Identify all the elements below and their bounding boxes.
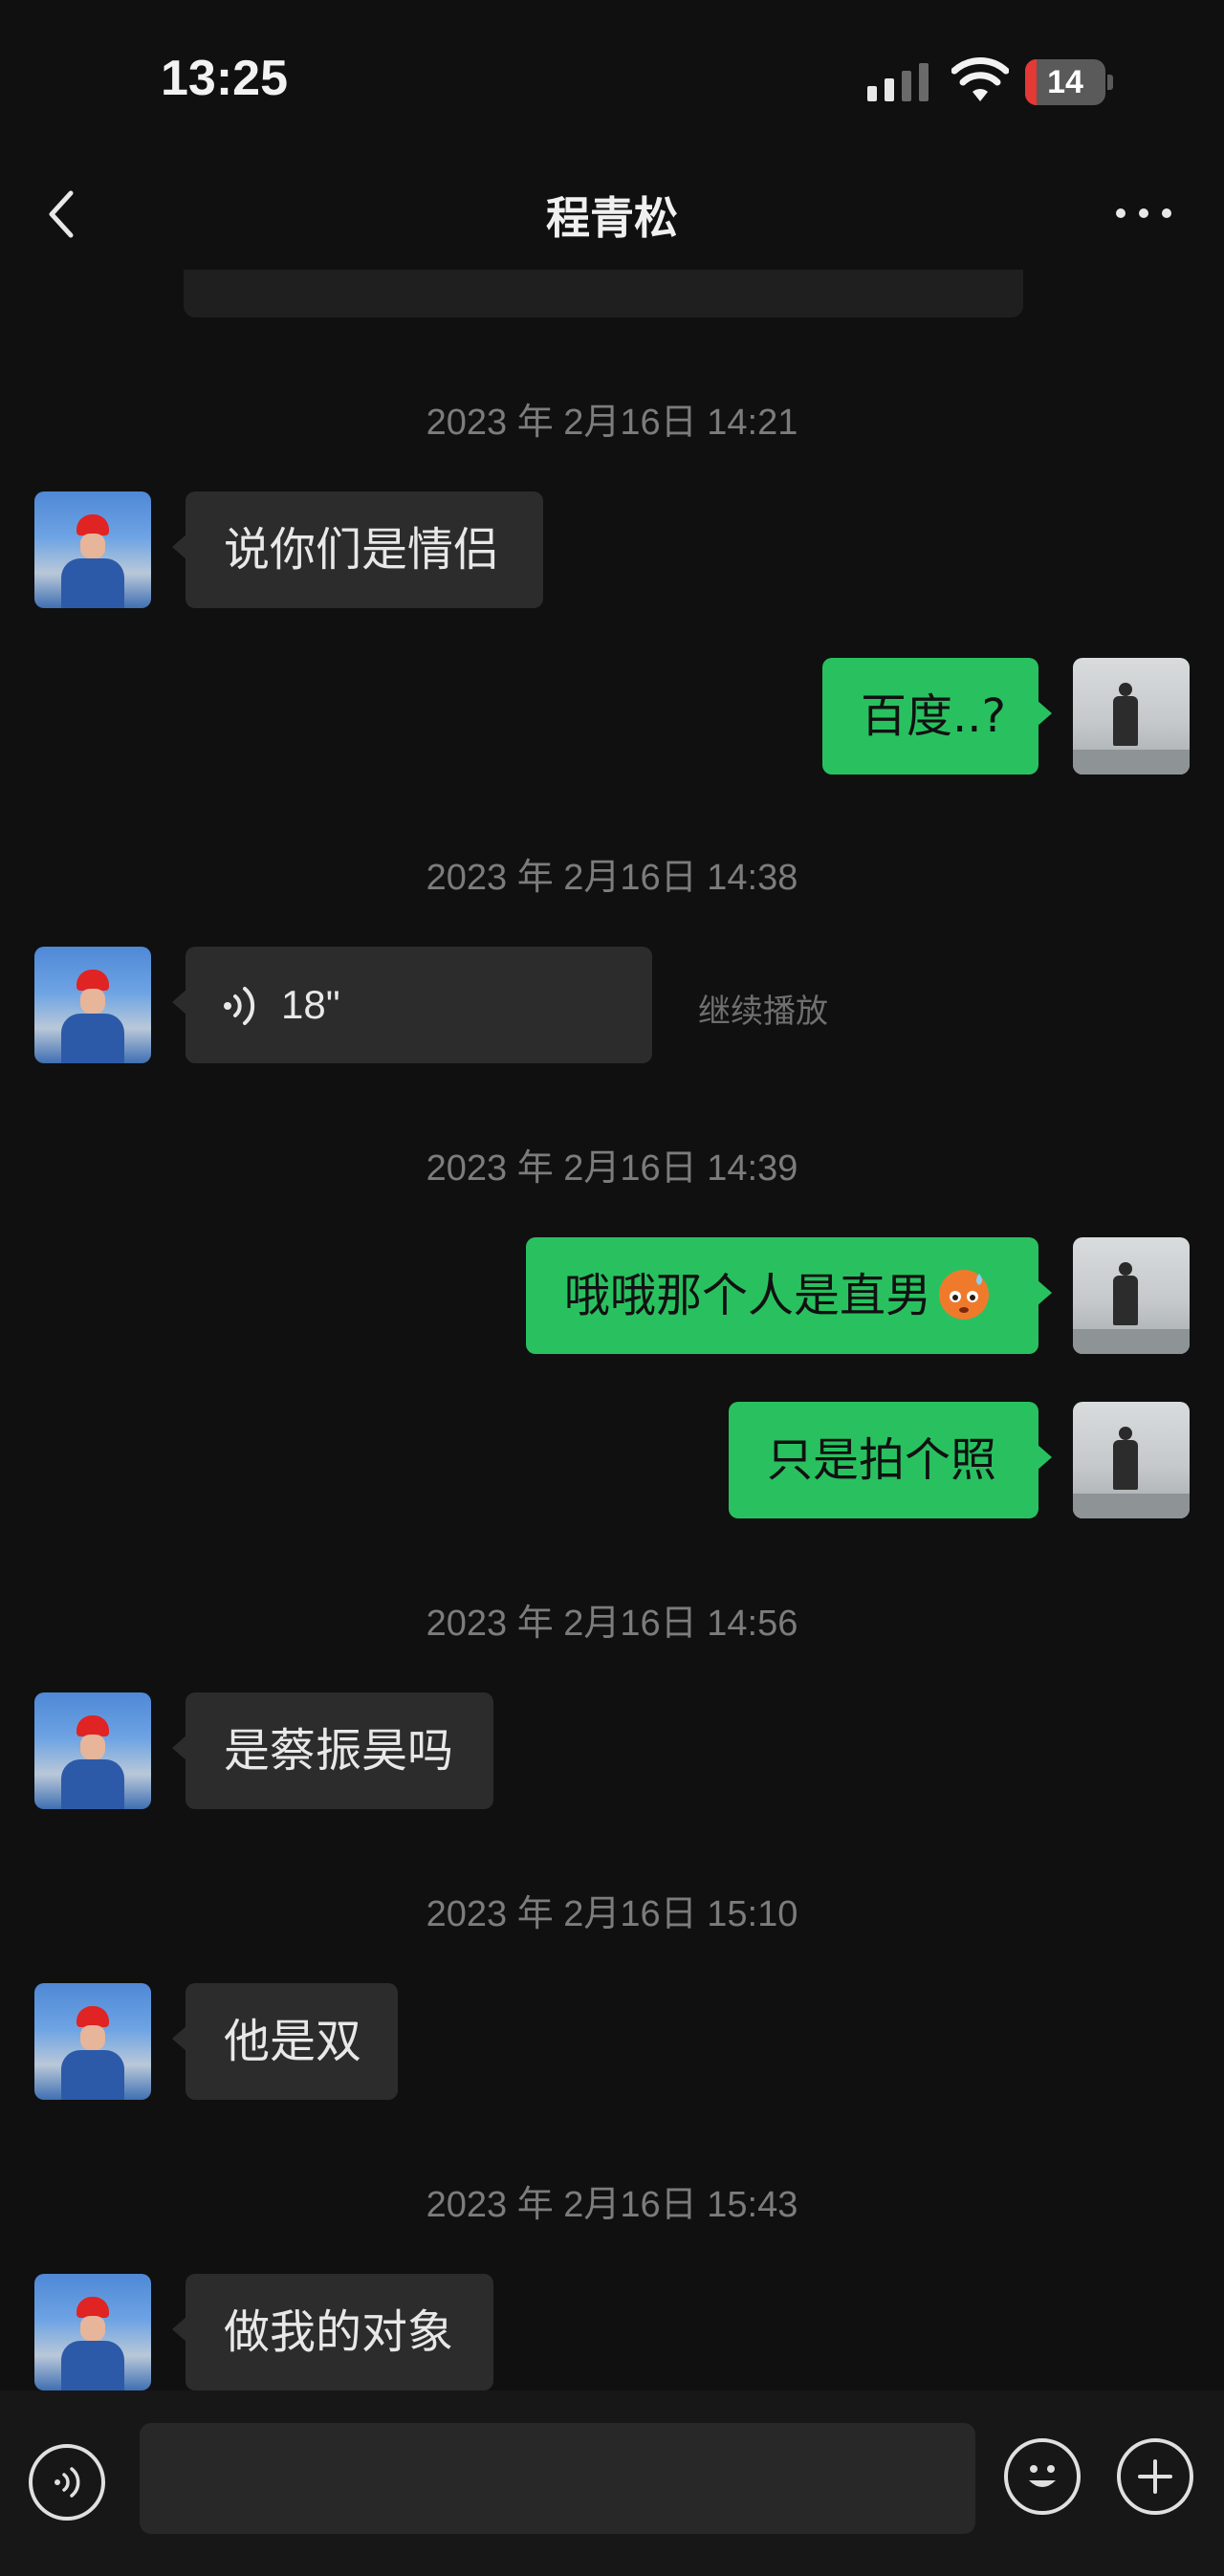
voice-message[interactable]: 18" <box>172 947 652 1063</box>
incoming-message[interactable]: 是蔡振昊吗 <box>172 1692 493 1809</box>
chat-title: 程青松 <box>546 192 678 244</box>
self-avatar[interactable] <box>1073 658 1190 775</box>
friend-avatar[interactable] <box>34 1692 151 1809</box>
emoji-button[interactable] <box>1004 2438 1081 2515</box>
message-text: 百度..? <box>861 689 1006 743</box>
message-text: 是蔡振昊吗 <box>224 1724 454 1778</box>
outgoing-message[interactable]: 只是拍个照 <box>729 1402 1052 1518</box>
incoming-message[interactable]: 做我的对象 <box>172 2274 493 2390</box>
self-avatar[interactable] <box>1073 1237 1190 1354</box>
timestamp: 2023 年 2月16日 14:21 <box>426 403 798 443</box>
message-text: 只是拍个照 <box>767 1433 997 1487</box>
outgoing-message[interactable]: 百度..? <box>822 658 1052 775</box>
outgoing-message[interactable]: 哦哦那个人是直男 <box>526 1237 1052 1354</box>
emoji-icon <box>1029 2465 1056 2487</box>
battery-body: 14 <box>1025 59 1105 105</box>
timestamp: 2023 年 2月16日 14:56 <box>426 1604 798 1644</box>
chat-header: 程青松 <box>0 163 1224 268</box>
incoming-message[interactable]: 他是双 <box>172 1983 398 2100</box>
wifi-icon <box>951 57 1009 101</box>
timestamp: 2023 年 2月16日 15:10 <box>426 1894 798 1934</box>
self-avatar[interactable] <box>1073 1402 1190 1518</box>
friend-avatar[interactable] <box>34 2274 151 2390</box>
voice-wave-icon <box>224 987 255 1025</box>
message-input[interactable] <box>140 2423 975 2534</box>
more-horizontal-icon[interactable] <box>1109 191 1178 235</box>
status-time: 13:25 <box>161 51 288 106</box>
timestamp: 2023 年 2月16日 14:39 <box>426 1148 798 1189</box>
continue-play-label[interactable]: 继续播放 <box>698 985 828 1032</box>
chat-screen: 13:25 14 程青松 2023 年 2月16日 14:21 说你们是情侣 百… <box>0 0 1224 2576</box>
sweat-smile-emoji-icon <box>939 1270 990 1320</box>
message-text: 说你们是情侣 <box>224 523 500 577</box>
friend-avatar[interactable] <box>34 1983 151 2100</box>
battery-indicator: 14 <box>1025 59 1113 105</box>
message-text: 哦哦那个人是直男 <box>564 1269 932 1322</box>
voice-duration: 18" <box>281 982 340 1027</box>
cellular-signal-icon <box>867 63 929 101</box>
friend-avatar[interactable] <box>34 947 151 1063</box>
friend-avatar[interactable] <box>34 491 151 608</box>
previous-message-bubble[interactable] <box>184 270 1023 317</box>
message-text: 做我的对象 <box>224 2305 454 2359</box>
status-bar: 13:25 14 <box>0 0 1224 163</box>
timestamp: 2023 年 2月16日 15:43 <box>426 2185 798 2225</box>
plus-icon <box>1138 2459 1172 2494</box>
voice-mode-button[interactable] <box>29 2444 105 2521</box>
battery-level: 14 <box>1047 64 1083 100</box>
message-text: 他是双 <box>224 2015 362 2068</box>
input-bar <box>0 2390 1224 2576</box>
timestamp: 2023 年 2月16日 14:38 <box>426 858 798 898</box>
battery-tip <box>1107 75 1113 90</box>
incoming-message[interactable]: 说你们是情侣 <box>172 491 543 608</box>
voice-mode-icon <box>55 2467 80 2498</box>
plus-button[interactable] <box>1117 2438 1193 2515</box>
